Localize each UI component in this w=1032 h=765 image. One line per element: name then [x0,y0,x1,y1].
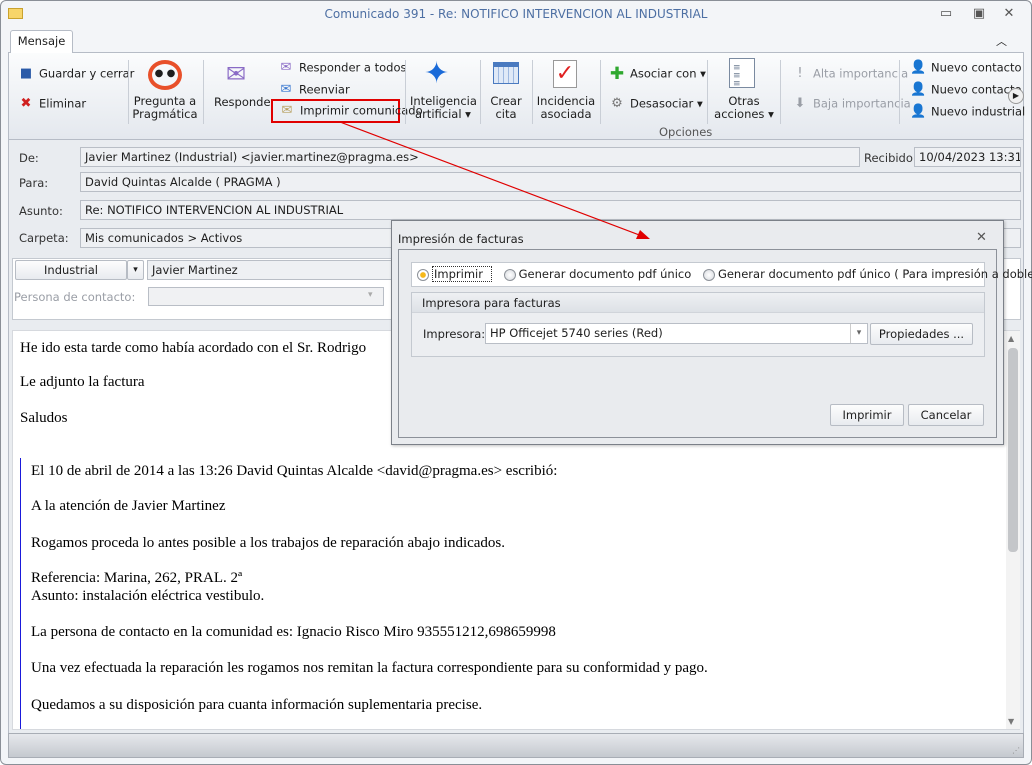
persona-label: Persona de contacto: [14,290,136,304]
quote-line: Una vez efectuada la reparación les roga… [31,660,708,676]
exclamation-icon: ! [797,66,803,81]
status-bar [8,733,1024,758]
reply-icon: ✉ [226,60,247,88]
pregunta-pragmatica-button[interactable]: Pregunta a Pragmática [130,95,200,121]
responder-todos-button[interactable]: ✉ Responder a todos [278,60,407,76]
recibido-label: Recibido: [864,151,917,165]
radio-icon [503,268,516,281]
radio-imprimir[interactable]: Imprimir [417,266,492,282]
scroll-up-icon[interactable]: ▲ [1008,334,1014,343]
dialog-title: Impresión de facturas [398,232,524,246]
guardar-cerrar-button[interactable]: ■ Guardar y cerrar [18,66,135,82]
nuevo-contacto-button[interactable]: 👤 Nuevo contacto [910,60,1022,76]
body-line: Saludos [20,410,68,426]
printer-label: Impresora: [423,327,486,341]
nuevo-industrial-button[interactable]: 👤 Nuevo industrial [910,104,1025,120]
propiedades-button[interactable]: Propiedades ... [870,323,973,345]
quote-bar [20,458,21,729]
dialog-close-button[interactable]: ✕ [976,230,987,245]
reply-all-icon: ✉ [280,60,292,75]
tab-mensaje[interactable]: Mensaje [10,30,73,53]
tipo-button[interactable]: Industrial [15,260,127,280]
cancelar-button[interactable]: Cancelar [908,404,984,426]
minimize-button[interactable]: ▭ [936,6,956,24]
radio-pdf[interactable]: Generar documento pdf único [503,267,691,281]
quote-line: El 10 de abril de 2014 a las 13:26 David… [31,463,558,479]
print-dialog: Impresión de facturas ✕ Imprimir Generar… [391,220,1032,445]
down-arrow-icon: ⬇ [794,96,806,111]
asociar-con-button[interactable]: ✚ Asociar con ▾ [609,64,706,84]
eliminar-button[interactable]: ✖ Eliminar [18,96,87,112]
quote-line: A la atención de Javier Martinez [31,498,226,514]
collapse-ribbon-icon[interactable]: ︿ [996,33,1007,49]
otras-acciones-button[interactable]: Otras acciones ▾ [712,95,776,121]
plus-icon: ✚ [609,64,625,84]
quote-line: Rogamos proceda lo antes posible a los t… [31,535,506,551]
asunto-field[interactable]: Re: NOTIFICO INTERVENCION AL INDUSTRIAL [80,200,1021,220]
quote-line: La persona de contacto en la comunidad e… [31,624,556,640]
persona-dropdown-icon[interactable]: ▾ [368,290,373,300]
nuevo-contacto-key-button[interactable]: 👤 Nuevo contacto [910,82,1022,98]
person-key-icon: 👤 [910,82,927,97]
quote-line: Asunto: instalación eléctrica vestibulo. [31,588,265,604]
quote-line: Quedamos a su disposición para cuanta in… [31,697,483,713]
body-line: Le adjunto la factura [20,374,145,390]
body-line: He ido esta tarde como había acordado co… [20,340,367,356]
quote-line: Referencia: Marina, 262, PRAL. 2ª [31,570,243,586]
incidencia-checklist-icon: ✓ [553,60,577,88]
recibido-field[interactable]: 10/04/2023 13:31 [914,147,1021,167]
worker-icon: 👤 [910,104,927,119]
radio-icon [702,268,715,281]
scroll-down-icon[interactable]: ▼ [1008,717,1014,726]
desasociar-button[interactable]: ⚙ Desasociar ▾ [609,96,703,112]
crear-cita-button[interactable]: Crear cita [485,95,527,121]
de-field[interactable]: Javier Martinez (Industrial) <javier.mar… [80,147,860,167]
ribbon-scroll-right-icon[interactable]: ▶ [1008,88,1024,104]
incidencia-asociada-button[interactable]: Incidencia asociada [536,95,596,121]
alta-importancia-button[interactable]: ! Alta importancia [792,66,908,82]
save-icon: ■ [19,66,33,81]
pragmatica-robot-icon: ● ● [148,60,182,90]
tipo-dropdown-icon[interactable]: ▾ [127,260,144,280]
printer-combo[interactable]: HP Officejet 5740 series (Red) [485,323,868,344]
resize-grip-icon[interactable]: ⋰ [1012,746,1020,755]
unlink-icon: ⚙ [611,96,623,111]
forward-icon: ✉ [280,82,292,97]
printer-dropdown-icon[interactable]: ▾ [850,324,867,343]
responder-button[interactable]: Responder [214,95,275,109]
ai-sparkle-icon: ✦ [424,56,450,91]
persona-combo[interactable] [148,287,384,306]
nombre-field[interactable]: Javier Martinez [147,260,397,280]
inteligencia-artificial-button[interactable]: Inteligencia artificial ▾ [410,95,477,121]
imprimir-comunicado-button[interactable]: ✉ Imprimir comunicado [271,99,423,123]
para-label: Para: [19,176,49,190]
calendar-icon [493,62,519,84]
asunto-label: Asunto: [19,204,63,218]
baja-importancia-button[interactable]: ⬇ Baja importancia [792,96,911,112]
scroll-thumb[interactable] [1008,348,1018,552]
print-mail-icon: ✉ [281,103,293,118]
printer-group-header: Impresora para facturas [412,293,984,313]
para-field[interactable]: David Quintas Alcalde ( PRAGMA ) [80,172,1021,192]
close-button[interactable]: ✕ [999,6,1019,24]
mode-radio-group: Imprimir Generar documento pdf único Gen… [411,262,1032,287]
imprimir-button[interactable]: Imprimir [830,404,904,426]
ribbon-group-label: Opciones [659,125,713,139]
person-icon: 👤 [910,60,927,75]
window-title: Comunicado 391 - Re: NOTIFICO INTERVENCI… [324,7,708,21]
radio-selected-icon [417,268,429,281]
de-label: De: [19,151,39,165]
reenviar-button[interactable]: ✉ Reenviar [278,82,350,98]
maximize-button[interactable]: ▣ [969,6,989,24]
otras-acciones-icon: ≡ ≡ ≡ [729,58,755,89]
radio-pdf-doble[interactable]: Generar documento pdf único ( Para impre… [702,267,1032,281]
carpeta-label: Carpeta: [19,231,69,245]
delete-icon: ✖ [20,96,32,111]
